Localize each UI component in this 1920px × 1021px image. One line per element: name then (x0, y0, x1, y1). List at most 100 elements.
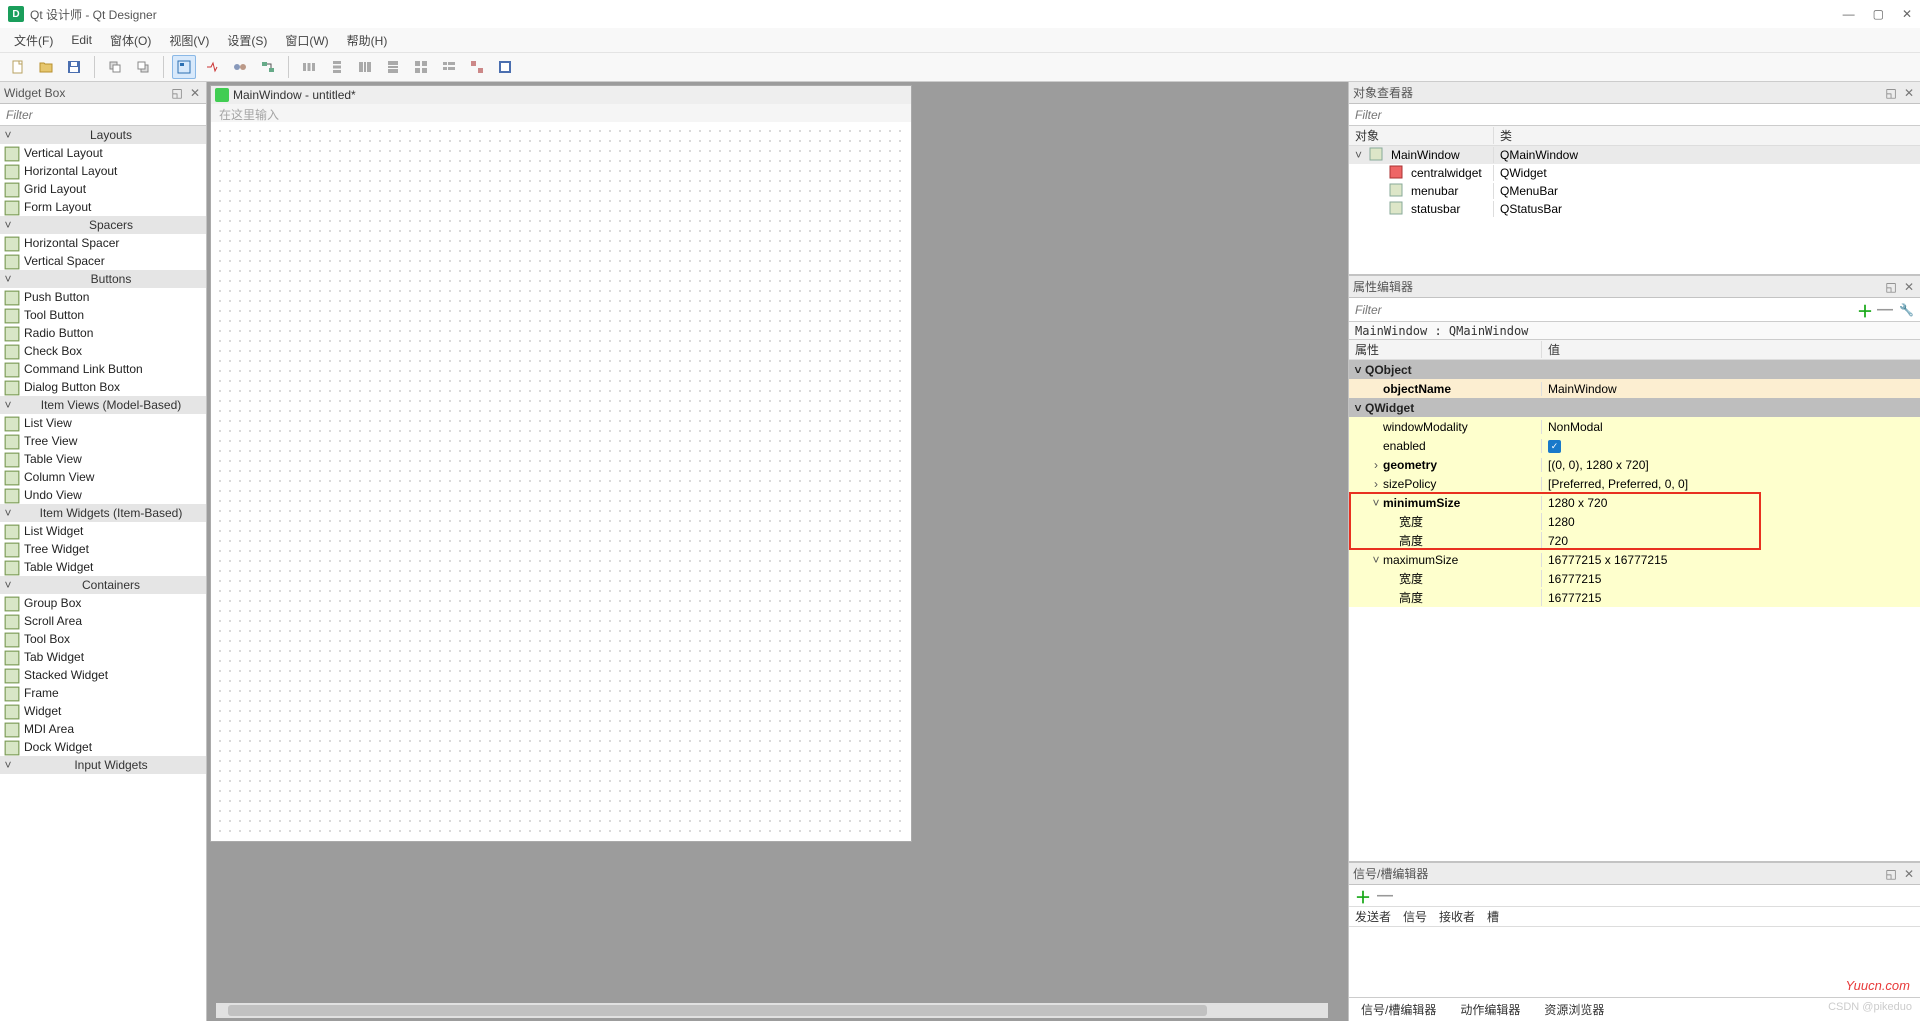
property-filter[interactable] (1349, 303, 1853, 317)
dock-float-icon[interactable]: ◱ (170, 86, 184, 100)
layout-grid-button[interactable] (409, 55, 433, 79)
open-file-button[interactable] (34, 55, 58, 79)
break-layout-button[interactable] (465, 55, 489, 79)
property-list[interactable]: ˅QObjectobjectNameMainWindow˅QWidgetwind… (1349, 360, 1920, 861)
widget-item[interactable]: Radio Button (0, 324, 206, 342)
widget-item[interactable]: Tree Widget (0, 540, 206, 558)
new-file-button[interactable] (6, 55, 30, 79)
add-connection-icon[interactable]: ＋ (1355, 884, 1371, 908)
bottom-tab[interactable]: 资源浏览器 (1544, 1001, 1604, 1018)
widget-item[interactable]: Tool Button (0, 306, 206, 324)
remove-property-icon[interactable]: — (1877, 301, 1893, 319)
form-canvas[interactable] (215, 126, 907, 837)
widget-box-filter[interactable] (0, 104, 206, 126)
property-section-header[interactable]: ˅QObject (1349, 360, 1920, 379)
edit-signals-button[interactable] (200, 55, 224, 79)
widget-item[interactable]: List View (0, 414, 206, 432)
widget-item[interactable]: Form Layout (0, 198, 206, 216)
layout-form-button[interactable] (437, 55, 461, 79)
object-rows[interactable]: ˅MainWindowQMainWindowcentralwidgetQWidg… (1349, 146, 1920, 218)
menu-item[interactable]: Edit (63, 31, 100, 49)
widget-item[interactable]: Command Link Button (0, 360, 206, 378)
widget-item[interactable]: Check Box (0, 342, 206, 360)
widget-category-header[interactable]: ˅Buttons (0, 270, 206, 288)
object-row[interactable]: ˅MainWindowQMainWindow (1349, 146, 1920, 164)
object-row[interactable]: statusbarQStatusBar (1349, 200, 1920, 218)
remove-connection-icon[interactable]: — (1377, 887, 1393, 905)
menu-item[interactable]: 窗口(W) (277, 30, 336, 51)
dock-float-icon[interactable]: ◱ (1884, 867, 1898, 881)
save-button[interactable] (62, 55, 86, 79)
edit-taborder-button[interactable] (256, 55, 280, 79)
adjust-size-button[interactable] (493, 55, 517, 79)
menu-item[interactable]: 帮助(H) (339, 30, 396, 51)
object-filter[interactable] (1349, 104, 1920, 126)
widget-item[interactable]: Scroll Area (0, 612, 206, 630)
add-property-icon[interactable]: ＋ (1857, 298, 1873, 322)
property-row[interactable]: ˅minimumSize1280 x 720 (1349, 493, 1920, 512)
widget-item[interactable]: Horizontal Spacer (0, 234, 206, 252)
widget-item[interactable]: MDI Area (0, 720, 206, 738)
dock-close-icon[interactable]: ✕ (188, 86, 202, 100)
widget-item[interactable]: Stacked Widget (0, 666, 206, 684)
widget-item[interactable]: Grid Layout (0, 180, 206, 198)
layout-hsplit-button[interactable] (353, 55, 377, 79)
widget-item[interactable]: Table Widget (0, 558, 206, 576)
property-row[interactable]: 宽度1280 (1349, 512, 1920, 531)
dock-close-icon[interactable]: ✕ (1902, 280, 1916, 294)
configure-icon[interactable]: 🔧 (1899, 303, 1914, 317)
dock-float-icon[interactable]: ◱ (1884, 86, 1898, 100)
form-window[interactable]: MainWindow - untitled* 在这里输入 (210, 85, 912, 842)
form-menu-placeholder[interactable]: 在这里输入 (211, 104, 911, 122)
widget-item[interactable]: Tool Box (0, 630, 206, 648)
widget-item[interactable]: Undo View (0, 486, 206, 504)
widget-category-header[interactable]: ˅Item Widgets (Item-Based) (0, 504, 206, 522)
widget-item[interactable]: Frame (0, 684, 206, 702)
h-scrollbar[interactable] (216, 1003, 1328, 1018)
bottom-tab[interactable]: 动作编辑器 (1460, 1001, 1520, 1018)
property-row[interactable]: windowModalityNonModal (1349, 417, 1920, 436)
widget-item[interactable]: Group Box (0, 594, 206, 612)
widget-box-tree[interactable]: ˅LayoutsVertical LayoutHorizontal Layout… (0, 126, 206, 1021)
widget-item[interactable]: Widget (0, 702, 206, 720)
bottom-tab[interactable]: 信号/槽编辑器 (1361, 1001, 1436, 1018)
layout-h-button[interactable] (297, 55, 321, 79)
maximize-icon[interactable]: ▢ (1873, 7, 1884, 21)
bring-front-button[interactable] (131, 55, 155, 79)
edit-widgets-button[interactable] (172, 55, 196, 79)
widget-item[interactable]: Tree View (0, 432, 206, 450)
layout-vsplit-button[interactable] (381, 55, 405, 79)
dock-close-icon[interactable]: ✕ (1902, 867, 1916, 881)
widget-category-header[interactable]: ˅Item Views (Model-Based) (0, 396, 206, 414)
object-row[interactable]: centralwidgetQWidget (1349, 164, 1920, 182)
widget-item[interactable]: Vertical Layout (0, 144, 206, 162)
widget-item[interactable]: List Widget (0, 522, 206, 540)
dock-float-icon[interactable]: ◱ (1884, 280, 1898, 294)
widget-item[interactable]: Table View (0, 450, 206, 468)
menu-item[interactable]: 窗体(O) (102, 30, 159, 51)
minimize-icon[interactable]: — (1843, 7, 1855, 21)
widget-category-header[interactable]: ˅Layouts (0, 126, 206, 144)
widget-category-header[interactable]: ˅Input Widgets (0, 756, 206, 774)
widget-item[interactable]: Dialog Button Box (0, 378, 206, 396)
property-row[interactable]: enabled✓ (1349, 436, 1920, 455)
checkbox-on-icon[interactable]: ✓ (1548, 440, 1561, 453)
property-row[interactable]: ›geometry[(0, 0), 1280 x 720] (1349, 455, 1920, 474)
property-section-header[interactable]: ˅QWidget (1349, 398, 1920, 417)
widget-item[interactable]: Tab Widget (0, 648, 206, 666)
property-row[interactable]: objectNameMainWindow (1349, 379, 1920, 398)
widget-item[interactable]: Column View (0, 468, 206, 486)
edit-buddies-button[interactable] (228, 55, 252, 79)
object-row[interactable]: menubarQMenuBar (1349, 182, 1920, 200)
close-icon[interactable]: ✕ (1902, 7, 1912, 21)
widget-item[interactable]: Push Button (0, 288, 206, 306)
menu-item[interactable]: 视图(V) (161, 30, 217, 51)
property-row[interactable]: 高度720 (1349, 531, 1920, 550)
menu-item[interactable]: 设置(S) (219, 30, 275, 51)
layout-v-button[interactable] (325, 55, 349, 79)
widget-item[interactable]: Dock Widget (0, 738, 206, 756)
property-row[interactable]: 高度16777215 (1349, 588, 1920, 607)
property-row[interactable]: ˅maximumSize16777215 x 16777215 (1349, 550, 1920, 569)
widget-category-header[interactable]: ˅Containers (0, 576, 206, 594)
send-back-button[interactable] (103, 55, 127, 79)
